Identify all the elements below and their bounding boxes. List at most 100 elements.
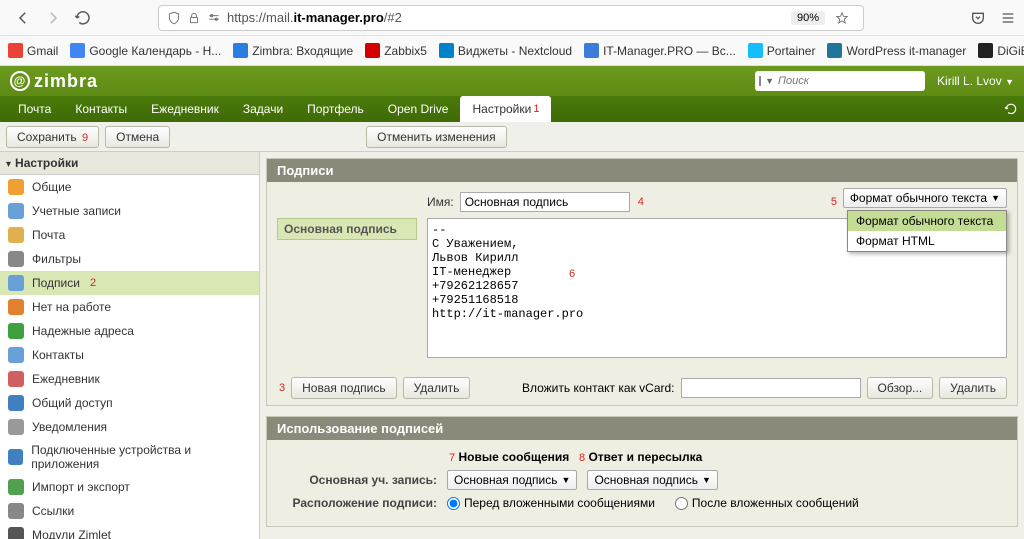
zoom-level[interactable]: 90% (791, 11, 825, 25)
bookmark-item[interactable]: Zimbra: Входящие (233, 43, 353, 58)
signature-name-input[interactable] (460, 192, 630, 212)
sidebar-item[interactable]: Контакты (0, 343, 259, 367)
settings-sidebar: Настройки Общие Учетные записи Почта Фильтр… (0, 152, 260, 539)
reply-signature-select[interactable]: Основная подпись▼ (587, 470, 717, 490)
menu-icon[interactable] (1000, 10, 1016, 26)
tab-почта[interactable]: Почта (6, 96, 63, 122)
favicon-icon (978, 43, 993, 58)
sidebar-item-label: Общие (32, 180, 71, 194)
filter-icon (8, 251, 24, 267)
favicon-icon (70, 43, 85, 58)
save-button[interactable]: Сохранить 9 (6, 126, 99, 148)
signatures-title: Подписи (267, 159, 1017, 182)
new-signature-button[interactable]: Новая подпись (291, 377, 396, 399)
dropdown-icon[interactable]: ▼ (765, 76, 774, 86)
favicon-icon (365, 43, 380, 58)
reload-icon[interactable] (74, 9, 92, 27)
calendar-icon (8, 371, 24, 387)
sidebar-item-label: Модули Zimlet (32, 528, 111, 539)
link-icon (8, 503, 24, 519)
zimbra-logo[interactable]: @zimbra (10, 71, 98, 92)
format-html-option[interactable]: Формат HTML (848, 231, 1006, 251)
format-plain-option[interactable]: Формат обычного текста (848, 211, 1006, 231)
zimlet-icon (8, 527, 24, 539)
search-input[interactable] (778, 75, 921, 87)
pocket-icon[interactable] (970, 10, 986, 26)
content-area: Подписи Формат обычного текста▼ Формат о… (260, 152, 1024, 539)
sidebar-item-label: Ссылки (32, 504, 74, 518)
tab-задачи[interactable]: Задачи (231, 96, 295, 122)
sidebar-item[interactable]: Импорт и экспорт (0, 475, 259, 499)
sidebar-item[interactable]: Подписи2 (0, 271, 259, 295)
tab-open drive[interactable]: Open Drive (376, 96, 461, 122)
sidebar-item[interactable]: Учетные записи (0, 199, 259, 223)
sidebar-item-label: Подписи (32, 276, 80, 290)
sidebar-item[interactable]: Общий доступ (0, 391, 259, 415)
address-bar[interactable]: https://mail.it-manager.pro/#2 90% (158, 5, 864, 31)
sidebar-item[interactable]: Модули Zimlet (0, 523, 259, 539)
sidebar-item[interactable]: Почта (0, 223, 259, 247)
signature-list-item[interactable]: Основная подпись (277, 218, 417, 240)
bookmark-item[interactable]: DiGiBoY (978, 43, 1024, 58)
sidebar-item[interactable]: Нет на работе (0, 295, 259, 319)
sidebar-item[interactable]: Подключенные устройства и приложения (0, 439, 259, 475)
tab-настройки[interactable]: Настройки1 (460, 96, 551, 122)
bookmark-item[interactable]: IT-Manager.PRO — Вс... (584, 43, 736, 58)
app-header: @zimbra ▼ Kirill L. Lvov ▼ (0, 66, 1024, 96)
favicon-icon (827, 43, 842, 58)
bookmark-item[interactable]: Gmail (8, 43, 58, 58)
sidebar-header[interactable]: Настройки (0, 152, 259, 175)
placement-after-radio[interactable]: После вложенных сообщений (675, 496, 859, 510)
account-label: Основная уч. запись: (277, 473, 437, 487)
col-new-messages: Новые сообщения (458, 450, 569, 464)
tab-портфель[interactable]: Портфель (295, 96, 376, 122)
action-toolbar: Сохранить 9 Отмена Отменить изменения (0, 122, 1024, 152)
favicon-icon (584, 43, 599, 58)
delete-signature-button[interactable]: Удалить (403, 377, 471, 399)
bookmark-item[interactable]: Portainer (748, 43, 816, 58)
bookmark-item[interactable]: Google Календарь - Н... (70, 43, 221, 58)
browse-button[interactable]: Обзор... (867, 377, 934, 399)
star-icon[interactable] (835, 11, 849, 25)
import-icon (8, 479, 24, 495)
browser-toolbar: https://mail.it-manager.pro/#2 90% (0, 0, 1024, 36)
tab-контакты[interactable]: Контакты (63, 96, 139, 122)
vcard-input[interactable] (681, 378, 861, 398)
user-menu[interactable]: Kirill L. Lvov ▼ (937, 74, 1014, 88)
format-select[interactable]: Формат обычного текста▼ (843, 188, 1007, 208)
sidebar-item[interactable]: Надежные адреса (0, 319, 259, 343)
sidebar-item-label: Нет на работе (32, 300, 111, 314)
undo-changes-button[interactable]: Отменить изменения (366, 126, 506, 148)
sidebar-item[interactable]: Ежедневник (0, 367, 259, 391)
sidebar-item[interactable]: Ссылки (0, 499, 259, 523)
col-reply: Ответ и пересылка (588, 450, 702, 464)
bookmark-item[interactable]: Виджеты - Nextcloud (439, 43, 572, 58)
back-icon[interactable] (14, 9, 32, 27)
bookmark-item[interactable]: Zabbix5 (365, 43, 427, 58)
shield-icon (8, 323, 24, 339)
permissions-icon (207, 11, 221, 25)
bookmark-item[interactable]: WordPress it-manager (827, 43, 966, 58)
sidebar-item[interactable]: Фильтры (0, 247, 259, 271)
search-box[interactable]: ▼ (755, 71, 925, 91)
mail-icon (759, 76, 761, 86)
sign-icon (8, 275, 24, 291)
url-text: https://mail.it-manager.pro/#2 (227, 10, 402, 25)
bookmarks-bar: Gmail Google Календарь - Н... Zimbra: Вход… (0, 36, 1024, 66)
tab-ежедневник[interactable]: Ежедневник (139, 96, 231, 122)
name-label: Имя: (427, 195, 454, 209)
sidebar-item[interactable]: Общие (0, 175, 259, 199)
delete-vcard-button[interactable]: Удалить (939, 377, 1007, 399)
placement-before-radio[interactable]: Перед вложенными сообщениями (447, 496, 655, 510)
refresh-icon[interactable] (998, 96, 1024, 122)
forward-icon[interactable] (44, 9, 62, 27)
favicon-icon (748, 43, 763, 58)
sidebar-item[interactable]: Уведомления (0, 415, 259, 439)
cancel-button[interactable]: Отмена (105, 126, 170, 148)
signature-list: Основная подпись (277, 218, 417, 361)
main-tabs: ПочтаКонтактыЕжедневникЗадачиПортфельOpe… (0, 96, 1024, 122)
new-message-signature-select[interactable]: Основная подпись▼ (447, 470, 577, 490)
device-icon (8, 449, 23, 465)
sidebar-item-label: Импорт и экспорт (32, 480, 130, 494)
sidebar-item-label: Почта (32, 228, 65, 242)
